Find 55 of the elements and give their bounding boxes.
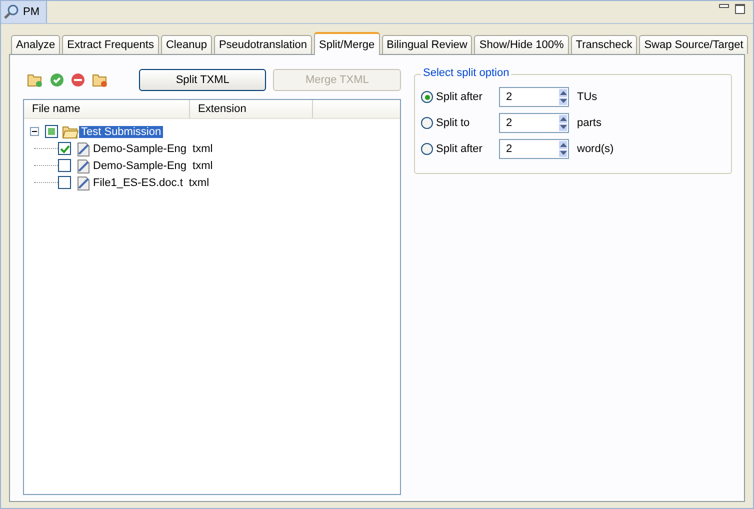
remove-icon[interactable] bbox=[70, 73, 85, 87]
number-spinner[interactable]: 2 bbox=[499, 139, 569, 159]
file-name[interactable]: File1_ES-ES.doc.t bbox=[91, 176, 185, 188]
view-tab[interactable]: PM bbox=[1, 1, 46, 23]
tab[interactable]: Cleanup bbox=[160, 35, 212, 54]
down-arrow-icon[interactable] bbox=[560, 125, 566, 130]
document-icon bbox=[75, 158, 91, 174]
unit-label: TUs bbox=[577, 91, 598, 103]
down-arrow-icon[interactable] bbox=[560, 99, 566, 104]
file-name[interactable]: Demo-Sample-Eng bbox=[91, 160, 189, 172]
up-arrow-icon[interactable] bbox=[560, 90, 566, 95]
number-field[interactable]: 2 bbox=[500, 88, 558, 106]
document-icon bbox=[75, 174, 91, 190]
group-title: Select split option bbox=[421, 67, 512, 79]
file-name[interactable]: Demo-Sample-Eng bbox=[91, 142, 189, 154]
radio-button[interactable]: Split to bbox=[421, 117, 499, 129]
radio-button[interactable]: Split after bbox=[421, 143, 499, 155]
minimize-icon[interactable] bbox=[719, 4, 729, 9]
maximize-icon[interactable] bbox=[735, 4, 745, 14]
number-spinner[interactable]: 2 bbox=[499, 87, 569, 107]
checkbox[interactable] bbox=[58, 176, 71, 189]
unit-label: word(s) bbox=[577, 143, 614, 155]
tab[interactable]: Swap Source/Target bbox=[639, 35, 748, 54]
check-icon[interactable] bbox=[50, 73, 64, 87]
radio-button[interactable]: Split after bbox=[421, 91, 499, 103]
tab[interactable]: Show/Hide 100% bbox=[474, 35, 569, 54]
toolbar-button[interactable]: Split TXML bbox=[138, 69, 266, 91]
tab[interactable]: Analyze bbox=[11, 35, 60, 54]
tab[interactable]: Extract Frequents bbox=[62, 35, 159, 54]
file-extension: txml bbox=[188, 176, 210, 188]
tab[interactable]: Split/Merge bbox=[314, 32, 380, 55]
magnifier-icon bbox=[4, 4, 20, 20]
column-header[interactable]: File name bbox=[24, 100, 190, 118]
down-arrow-icon[interactable] bbox=[560, 151, 566, 156]
up-arrow-icon[interactable] bbox=[560, 142, 566, 147]
number-field[interactable]: 2 bbox=[500, 114, 558, 132]
checkbox[interactable] bbox=[58, 142, 71, 155]
collapse-toggle[interactable] bbox=[30, 127, 39, 136]
tab[interactable]: Pseudotranslation bbox=[214, 35, 312, 54]
file-extension: txml bbox=[192, 142, 214, 154]
number-spinner[interactable]: 2 bbox=[499, 113, 569, 133]
up-arrow-icon[interactable] bbox=[560, 116, 566, 121]
file-extension: txml bbox=[192, 160, 214, 172]
checkbox[interactable] bbox=[58, 159, 71, 172]
tab[interactable]: Bilingual Review bbox=[382, 35, 472, 54]
document-icon bbox=[75, 140, 91, 156]
folder-icon bbox=[62, 124, 79, 138]
file-name[interactable]: Test Submission bbox=[79, 126, 164, 138]
add-folder-icon[interactable] bbox=[27, 73, 43, 87]
unit-label: parts bbox=[577, 117, 602, 129]
remove-folder-icon[interactable] bbox=[92, 73, 108, 87]
column-header[interactable]: Extension bbox=[190, 100, 313, 118]
tab[interactable]: Transcheck bbox=[570, 35, 638, 54]
number-field[interactable]: 2 bbox=[500, 140, 558, 158]
checkbox[interactable] bbox=[45, 125, 58, 138]
